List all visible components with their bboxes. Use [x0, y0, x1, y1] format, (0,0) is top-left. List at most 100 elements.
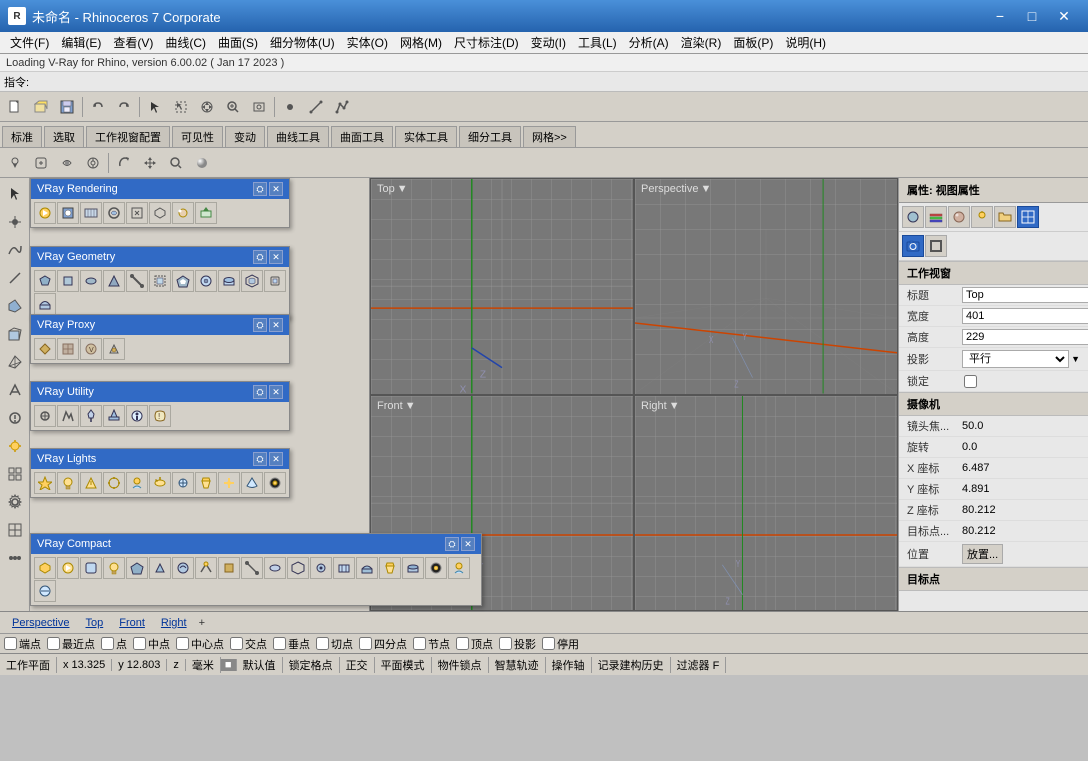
vu-btn-6[interactable]: ! [149, 405, 171, 427]
status-plane-mode[interactable]: 平面模式 [375, 657, 432, 673]
vl-btn-1[interactable] [34, 472, 56, 494]
tb-open[interactable] [29, 95, 53, 119]
side-transform[interactable] [2, 377, 28, 403]
close-button[interactable]: ✕ [1048, 0, 1080, 32]
snap-knot-check[interactable] [413, 637, 426, 650]
snap-intersect-check[interactable] [230, 637, 243, 650]
snap-vertex-check[interactable] [456, 637, 469, 650]
vg-btn-12[interactable] [34, 293, 56, 315]
vl-btn-11[interactable] [264, 472, 286, 494]
side-settings[interactable] [2, 489, 28, 515]
tb-polyline[interactable] [330, 95, 354, 119]
vg-btn-3[interactable] [80, 270, 102, 292]
tb-save[interactable] [55, 95, 79, 119]
vray-render-btn-3[interactable] [80, 202, 102, 224]
tab-solid-tools[interactable]: 实体工具 [395, 126, 457, 147]
snap-project-check[interactable] [499, 637, 512, 650]
prop-checkbox-lock[interactable] [964, 375, 977, 388]
prop-input-height[interactable] [962, 329, 1088, 345]
vg-btn-2[interactable] [57, 270, 79, 292]
prop-tb-object[interactable] [902, 206, 924, 228]
tb2-rotate-view[interactable] [112, 151, 136, 175]
vu-btn-4[interactable] [103, 405, 125, 427]
tab-right[interactable]: Right [153, 615, 195, 631]
vray-geometry-settings[interactable]: ⛭ [253, 250, 267, 264]
status-gumball[interactable]: 操作轴 [546, 657, 592, 673]
vray-render-btn-2[interactable] [57, 202, 79, 224]
menu-edit[interactable]: 编辑(E) [55, 32, 107, 53]
tab-standard[interactable]: 标准 [2, 126, 42, 147]
vp-right-arrow[interactable]: ▼ [669, 400, 680, 412]
tb2-2[interactable] [29, 151, 53, 175]
vp-top-arrow[interactable]: ▼ [397, 183, 408, 195]
tab-viewport-config[interactable]: 工作视窗配置 [86, 126, 170, 147]
tab-top[interactable]: Top [77, 615, 111, 631]
snap-tangent-check[interactable] [316, 637, 329, 650]
side-line[interactable] [2, 265, 28, 291]
vray-geometry-header[interactable]: VRay Geometry ⛭ ✕ [31, 247, 289, 267]
command-input[interactable] [33, 76, 1084, 88]
vc-btn-14[interactable] [333, 557, 355, 579]
tab-surface-tools[interactable]: 曲面工具 [331, 126, 393, 147]
vl-btn-7[interactable] [172, 472, 194, 494]
tab-front[interactable]: Front [111, 615, 153, 631]
vp-btn-1[interactable] [34, 338, 56, 360]
vp-perspective-arrow[interactable]: ▼ [700, 183, 711, 195]
viewport-right[interactable]: Z Y Right ▼ [634, 395, 898, 612]
vg-btn-5[interactable] [126, 270, 148, 292]
vp-btn-2[interactable] [57, 338, 79, 360]
vray-geometry-close[interactable]: ✕ [269, 250, 283, 264]
vc-btn-6[interactable] [149, 557, 171, 579]
tab-curve-tools[interactable]: 曲线工具 [267, 126, 329, 147]
tab-perspective[interactable]: Perspective [4, 615, 77, 631]
vc-btn-17[interactable] [402, 557, 424, 579]
prop-tb-layer[interactable] [925, 206, 947, 228]
snap-endpoint-check[interactable] [4, 637, 17, 650]
vray-proxy-close[interactable]: ✕ [269, 318, 283, 332]
vl-btn-9[interactable] [218, 472, 240, 494]
menu-tools[interactable]: 工具(L) [572, 32, 623, 53]
vc-btn-7[interactable] [172, 557, 194, 579]
tab-select[interactable]: 选取 [44, 126, 84, 147]
vray-compact-close[interactable]: ✕ [461, 537, 475, 551]
status-record-history[interactable]: 记录建构历史 [592, 657, 671, 673]
vg-btn-9[interactable] [218, 270, 240, 292]
vg-btn-11[interactable] [264, 270, 286, 292]
tb2-pan-view[interactable] [138, 151, 162, 175]
vray-lights-settings[interactable]: ⛭ [253, 452, 267, 466]
prop-tb-light[interactable] [971, 206, 993, 228]
vg-btn-10[interactable] [241, 270, 263, 292]
vc-btn-13[interactable] [310, 557, 332, 579]
menu-analyze[interactable]: 分析(A) [623, 32, 675, 53]
tab-visibility[interactable]: 可见性 [172, 126, 223, 147]
vray-rendering-settings[interactable]: ⛭ [253, 182, 267, 196]
side-analyze[interactable] [2, 405, 28, 431]
viewport-perspective[interactable]: Z Y X Perspective ▼ [634, 178, 898, 395]
maximize-button[interactable]: □ [1016, 0, 1048, 32]
vl-btn-4[interactable] [103, 472, 125, 494]
tb2-zoom-view[interactable] [164, 151, 188, 175]
side-layout[interactable] [2, 461, 28, 487]
vl-btn-3[interactable] [80, 472, 102, 494]
tb-new[interactable] [3, 95, 27, 119]
snap-nearest-check[interactable] [47, 637, 60, 650]
side-mesh[interactable] [2, 349, 28, 375]
vray-render-btn-5[interactable] [126, 202, 148, 224]
menu-dim[interactable]: 尺寸标注(D) [448, 32, 525, 53]
vc-btn-3[interactable] [80, 557, 102, 579]
prop-tb-folder[interactable] [994, 206, 1016, 228]
prop-tb-material[interactable] [948, 206, 970, 228]
status-smart-track[interactable]: 智慧轨迹 [489, 657, 546, 673]
tb-point[interactable] [278, 95, 302, 119]
menu-panels[interactable]: 面板(P) [727, 32, 779, 53]
vray-rendering-close[interactable]: ✕ [269, 182, 283, 196]
tb-undo[interactable] [86, 95, 110, 119]
tb2-4[interactable] [81, 151, 105, 175]
vray-compact-settings[interactable]: ⛭ [445, 537, 459, 551]
vc-btn-9[interactable] [218, 557, 240, 579]
status-osnap[interactable]: 物件锁点 [432, 657, 489, 673]
vc-btn-15[interactable] [356, 557, 378, 579]
menu-transform[interactable]: 变动(I) [525, 32, 572, 53]
side-point[interactable] [2, 209, 28, 235]
status-grid-lock[interactable]: 锁定格点 [283, 657, 340, 673]
